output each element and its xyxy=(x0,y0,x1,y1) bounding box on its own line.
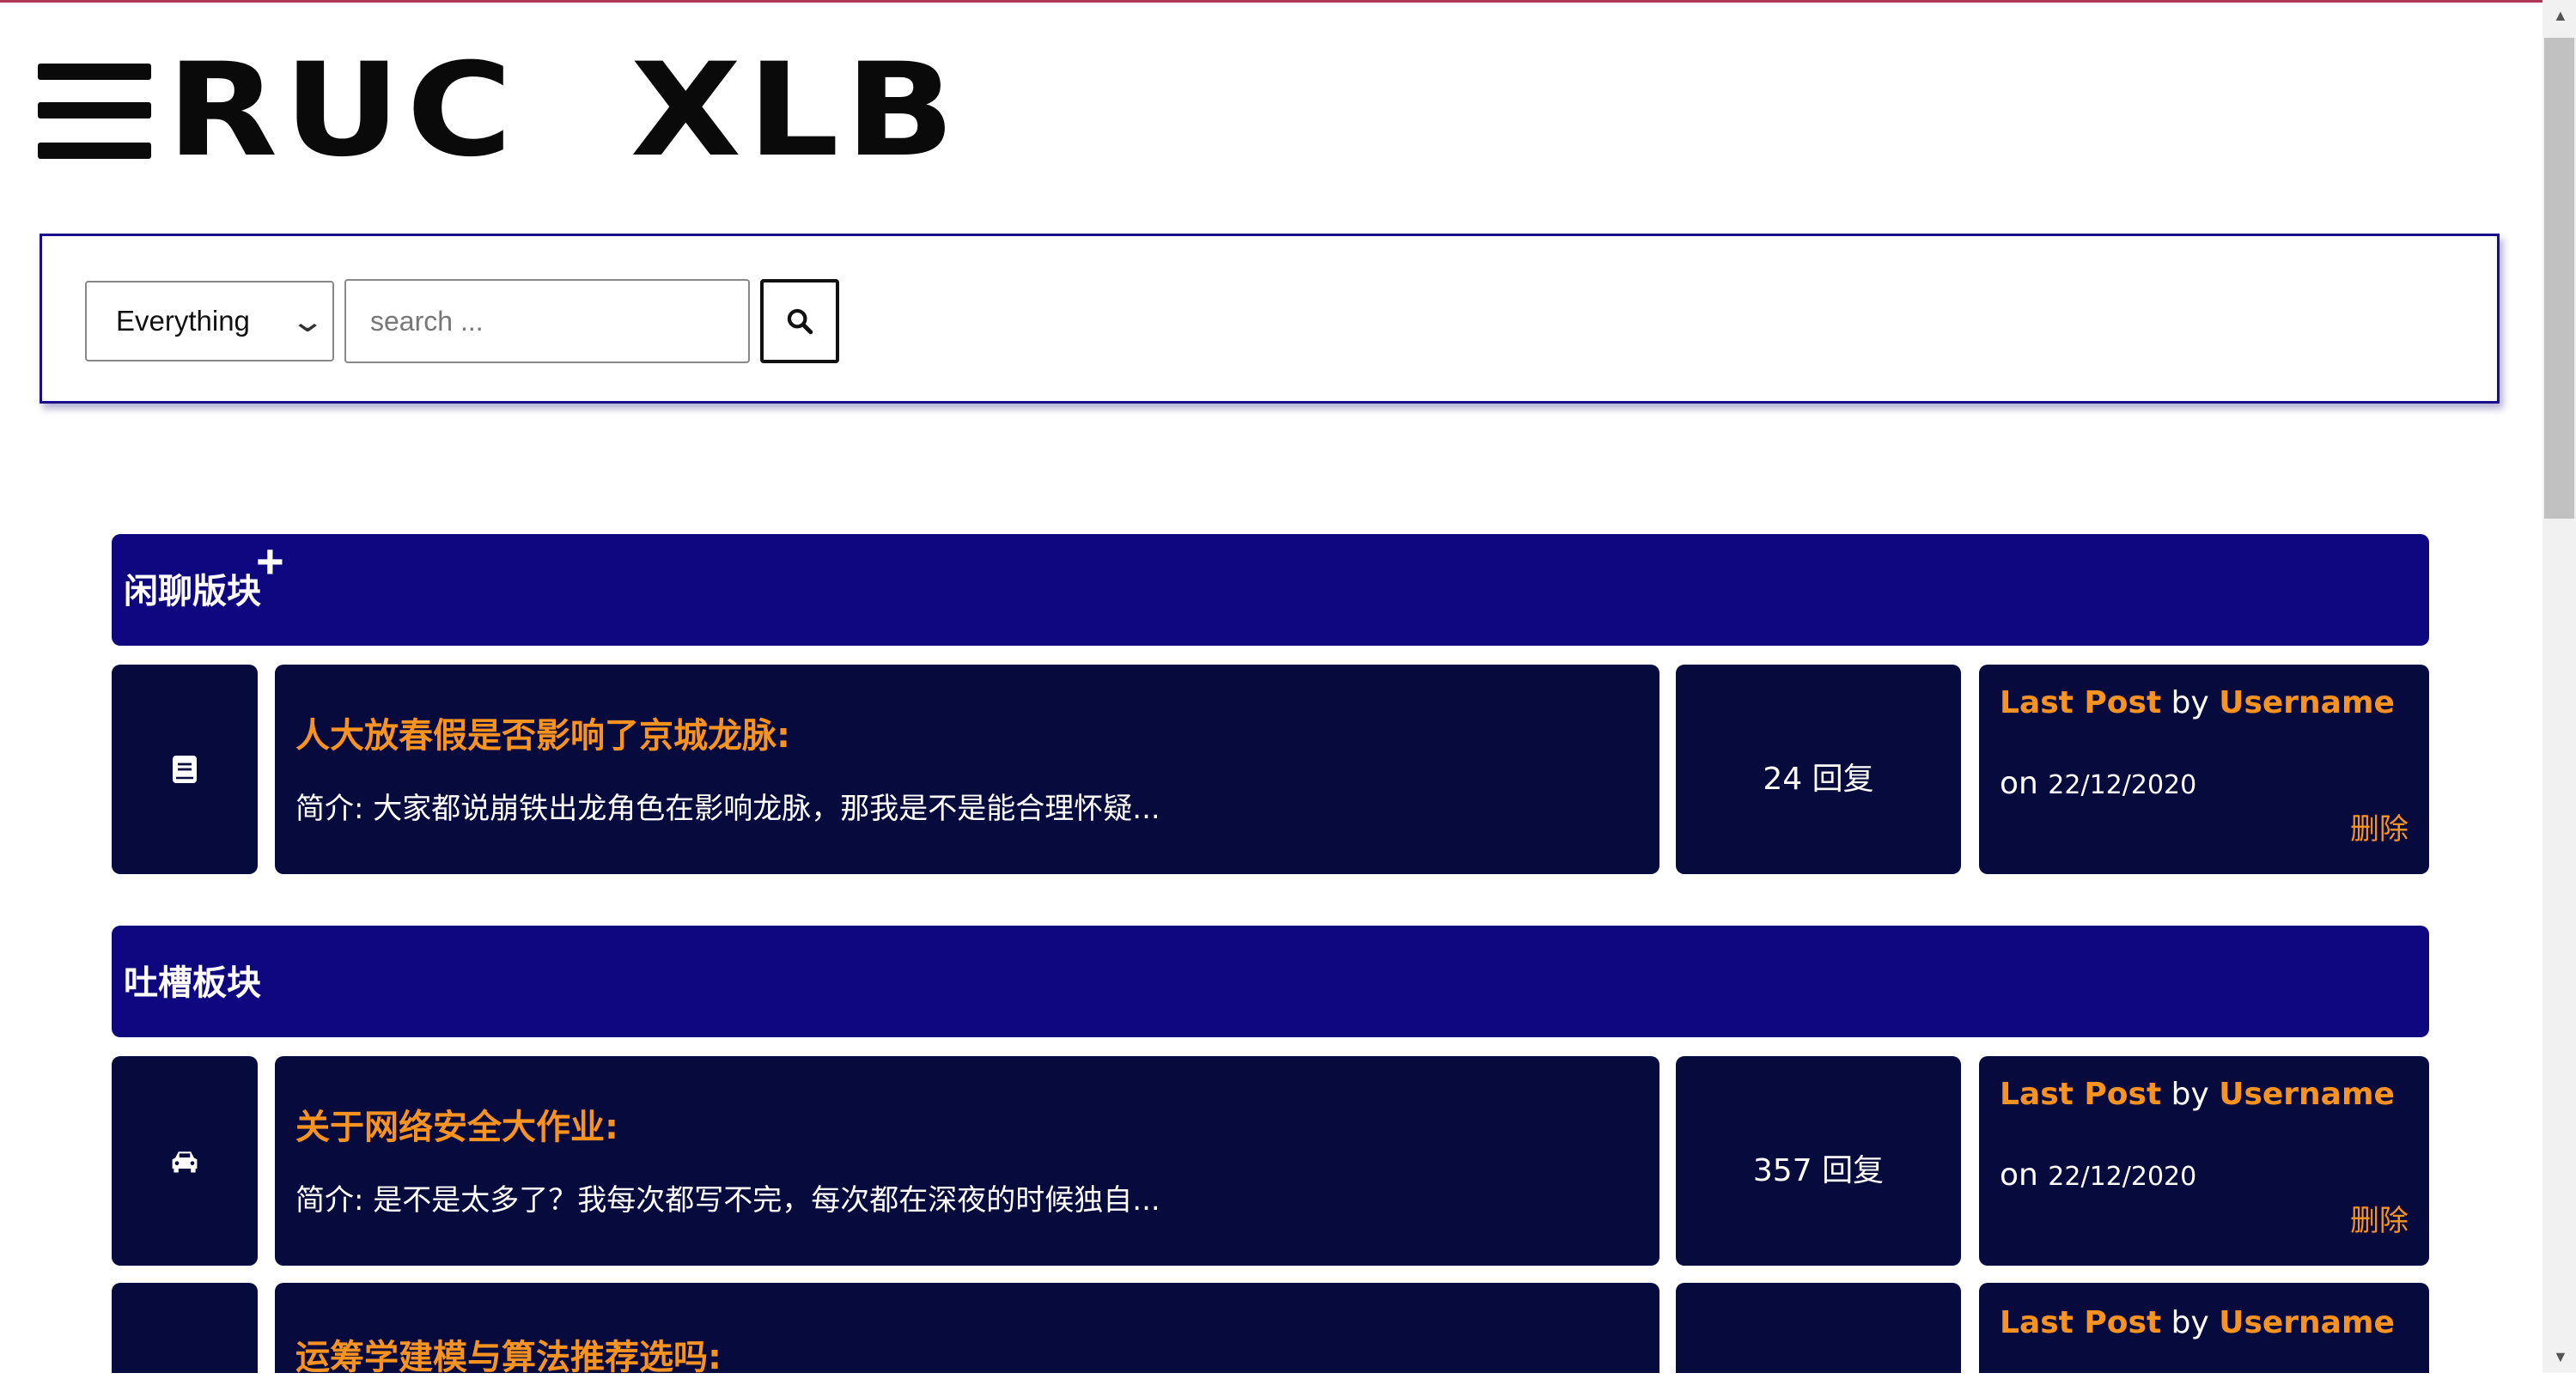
scroll-up-arrow-icon[interactable]: ▲ xyxy=(2553,7,2568,25)
delete-button[interactable]: 删除 xyxy=(2350,805,2409,847)
post-date-line: on 22/12/2020 xyxy=(2000,766,2196,801)
last-post-line: Last Post by Username xyxy=(2000,1305,2395,1340)
on-label: on xyxy=(2000,1157,2038,1193)
topic-description: 简介: 大家都说崩铁出龙角色在影响龙脉，那我是不是能合理怀疑... xyxy=(295,792,1160,826)
last-post-card: Last Post by Username on 22/12/2020 删除 xyxy=(1979,665,2429,874)
by-label: by xyxy=(2171,1305,2209,1340)
last-post-card: Last Post by Username xyxy=(1979,1283,2429,1373)
post-date-line: on 22/12/2020 xyxy=(2000,1157,2196,1193)
topic-icon-card xyxy=(112,1056,258,1266)
reply-count: 24 回复 xyxy=(1763,762,1874,797)
last-post-line: Last Post by Username xyxy=(2000,1077,2395,1112)
post-date: 22/12/2020 xyxy=(2048,770,2197,800)
search-scope-select[interactable]: Everything ⌄ xyxy=(85,281,334,361)
site-logo[interactable]: RUC XLB xyxy=(167,46,960,175)
search-panel: Everything ⌄ xyxy=(40,234,2500,404)
scrollbar-thumb[interactable] xyxy=(2544,38,2574,519)
section-title: 吐槽板块 xyxy=(124,963,261,1003)
username-link[interactable]: Username xyxy=(2219,1077,2395,1112)
reply-count: 357 回复 xyxy=(1752,1153,1885,1188)
reply-count-card: 24 回复 xyxy=(1676,665,1961,874)
plus-icon[interactable]: + xyxy=(256,538,284,586)
search-button[interactable] xyxy=(760,279,839,363)
topic-title[interactable]: 人大放春假是否影响了京城龙脉: xyxy=(295,708,790,757)
username-link[interactable]: Username xyxy=(2219,685,2395,720)
by-label: by xyxy=(2171,1077,2209,1112)
last-post-card: Last Post by Username on 22/12/2020 删除 xyxy=(1979,1056,2429,1266)
section-header-chat: 闲聊版块 + xyxy=(112,534,2429,646)
topic-title[interactable]: 运筹学建模与算法推荐选吗: xyxy=(295,1329,722,1379)
search-input[interactable] xyxy=(344,279,750,363)
site-header: RUC XLB xyxy=(38,46,955,175)
last-post-label[interactable]: Last Post xyxy=(2000,685,2161,720)
search-icon xyxy=(787,308,813,335)
book-icon xyxy=(173,756,197,783)
section-header-complaints: 吐槽板块 xyxy=(112,926,2429,1037)
on-label: on xyxy=(2000,766,2038,801)
delete-button[interactable]: 删除 xyxy=(2350,1197,2409,1239)
topic-icon-card xyxy=(112,1283,258,1373)
top-accent-line xyxy=(0,0,2543,3)
reply-count-card xyxy=(1676,1283,1961,1373)
chevron-down-icon: ⌄ xyxy=(289,303,326,338)
last-post-line: Last Post by Username xyxy=(2000,685,2395,720)
car-icon xyxy=(172,1151,198,1173)
reply-count-card: 357 回复 xyxy=(1676,1056,1961,1266)
scroll-down-arrow-icon[interactable]: ▼ xyxy=(2553,1348,2568,1366)
by-label: by xyxy=(2171,685,2209,720)
search-scope-value: Everything xyxy=(116,305,250,337)
topic-card[interactable]: 人大放春假是否影响了京城龙脉: 简介: 大家都说崩铁出龙角色在影响龙脉，那我是不… xyxy=(275,665,1659,874)
username-link[interactable]: Username xyxy=(2219,1305,2395,1340)
topic-description: 简介: 是不是太多了？我每次都写不完，每次都在深夜的时候独自... xyxy=(295,1183,1160,1218)
hamburger-menu-icon[interactable] xyxy=(38,60,151,161)
last-post-label[interactable]: Last Post xyxy=(2000,1077,2161,1112)
topic-title[interactable]: 关于网络安全大作业: xyxy=(295,1099,618,1149)
section-title: 闲聊版块 xyxy=(124,572,261,611)
last-post-label[interactable]: Last Post xyxy=(2000,1305,2161,1340)
topic-card[interactable]: 运筹学建模与算法推荐选吗: xyxy=(275,1283,1659,1377)
topic-icon-card xyxy=(112,665,258,874)
topic-card[interactable]: 关于网络安全大作业: 简介: 是不是太多了？我每次都写不完，每次都在深夜的时候独… xyxy=(275,1056,1659,1266)
post-date: 22/12/2020 xyxy=(2048,1162,2197,1192)
